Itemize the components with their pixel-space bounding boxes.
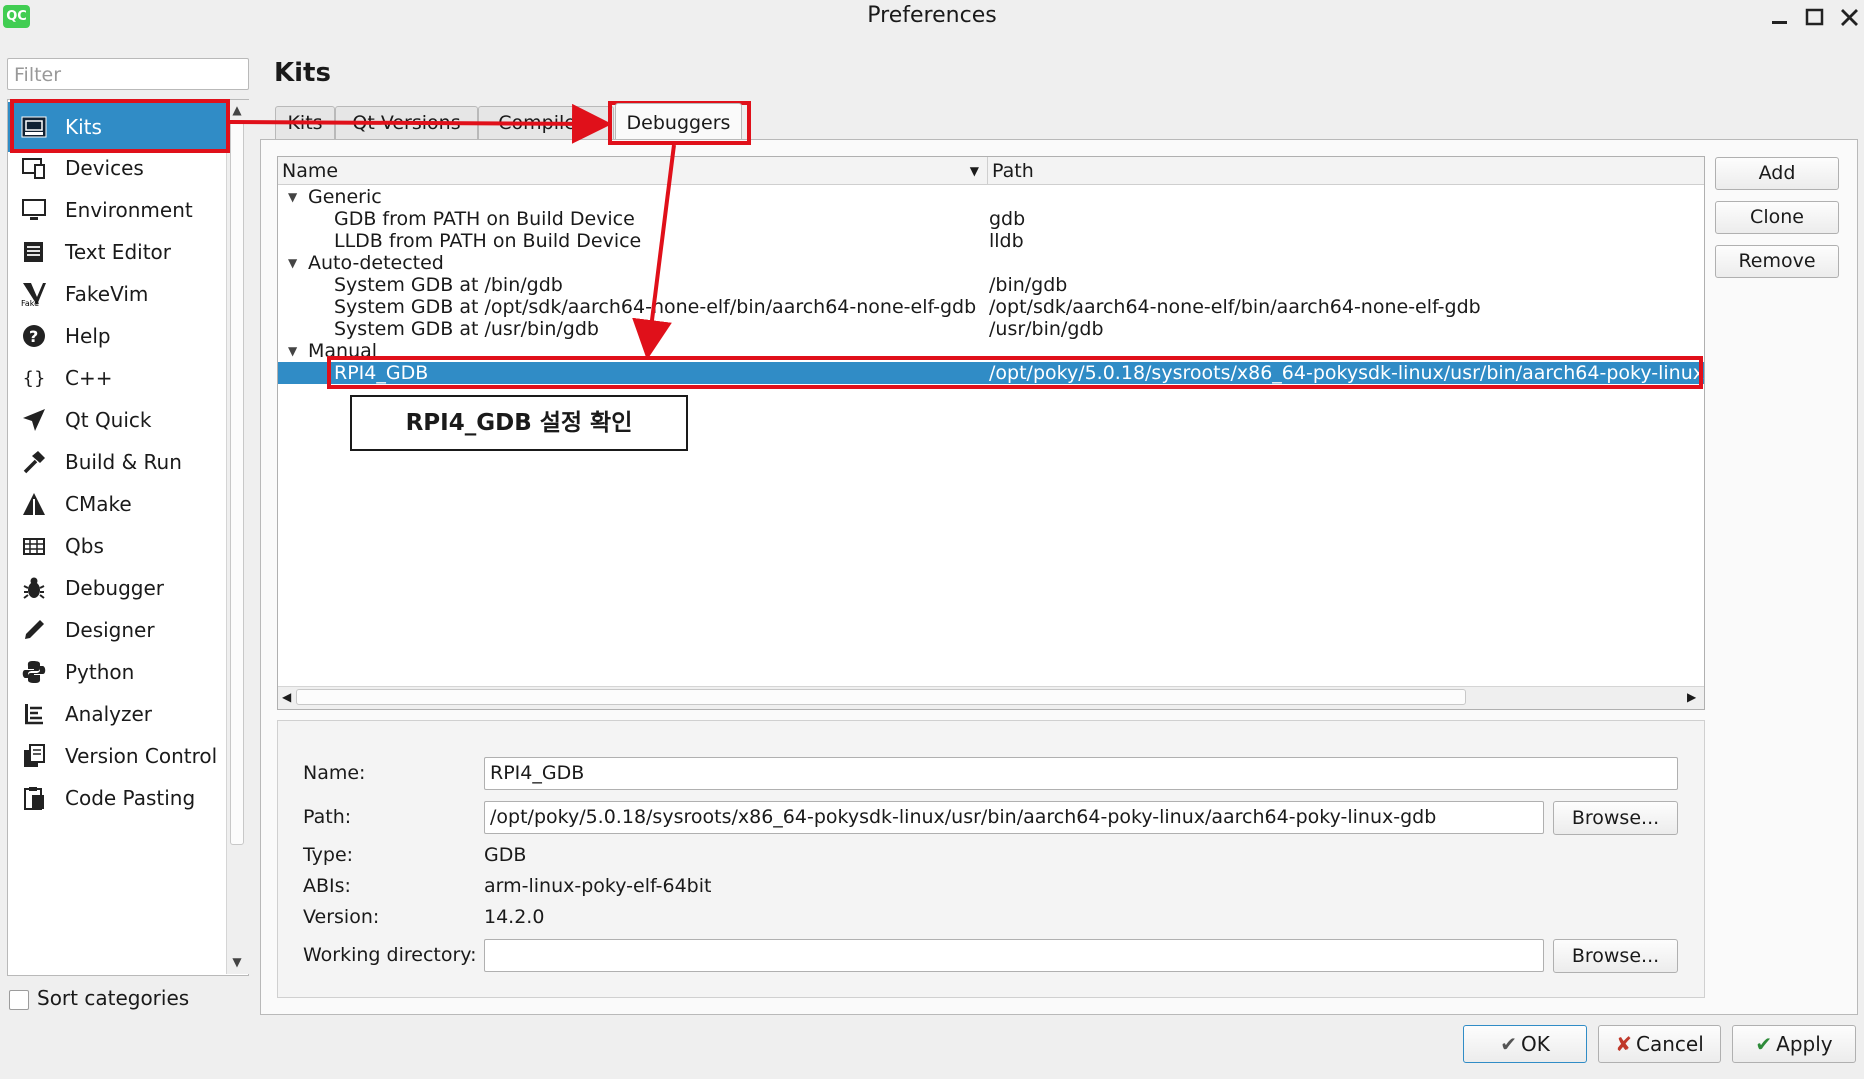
annotation-arrows [229,103,676,360]
tab-debuggers[interactable]: Debuggers [615,103,742,139]
arrow-debuggers-to-row [632,144,676,360]
annotation-callout: RPI4_GDB 설정 확인 [350,395,688,451]
arrow-kits-to-debuggers [229,103,612,144]
